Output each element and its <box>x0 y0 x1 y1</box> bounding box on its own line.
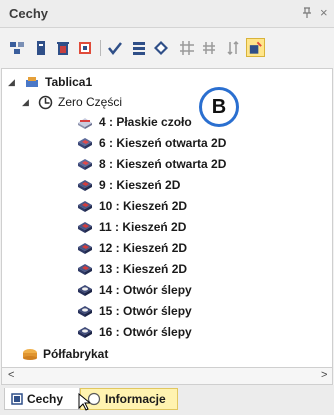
open-pocket-icon <box>76 136 94 150</box>
pocket-icon <box>76 262 94 276</box>
pin-icon <box>303 7 311 18</box>
scroll-left-icon[interactable]: < <box>8 369 14 381</box>
feature-label: 16 : Otwór ślepy <box>99 325 192 339</box>
tree-group-row[interactable]: ◢ Zero Części <box>22 92 122 112</box>
collapse-triangle-icon[interactable]: ◢ <box>22 97 29 108</box>
features-panel: Cechy × B ◢ Tablica1 ◢ Zero Części 4: P… <box>0 0 334 415</box>
feature-row[interactable]: 11 : Kieszeń 2D <box>76 217 186 237</box>
grid-icon[interactable] <box>178 39 196 57</box>
feature-label: 10 : Kieszeń 2D <box>99 199 188 213</box>
open-pocket-icon <box>76 157 94 171</box>
feature-label: 11 : Kieszeń 2D <box>99 220 187 234</box>
diamond-icon[interactable] <box>152 39 170 57</box>
datum-icon <box>38 95 53 109</box>
toolbar <box>0 28 334 68</box>
feature-label: 8 : Kieszeń otwarta 2D <box>99 157 227 171</box>
features-tab-icon <box>11 392 23 405</box>
hash-icon[interactable] <box>200 39 218 57</box>
feature-row[interactable]: 10 : Kieszeń 2D <box>76 196 187 216</box>
pocket-icon <box>76 178 94 192</box>
panel-title: Cechy <box>9 6 49 21</box>
scroll-right-icon[interactable]: > <box>321 369 327 381</box>
feature-label: 12 : Kieszeń 2D <box>99 241 188 255</box>
feature-row[interactable]: 4 : Płaskie czoło <box>76 112 192 132</box>
tab-cechy-label: Cechy <box>27 391 64 406</box>
feature-label: 14 : Otwór ślepy <box>99 283 192 297</box>
feature-label: 13 : Kieszeń 2D <box>99 262 188 276</box>
feature-row[interactable]: 14 : Otwór ślepy <box>76 280 192 300</box>
feature-row[interactable]: 12 : Kieszeń 2D <box>76 238 187 258</box>
feature-row[interactable]: 6 : Kieszeń otwarta 2D <box>76 133 226 153</box>
tab-informacje-label: Informacje <box>105 392 166 406</box>
bookmark-icon[interactable] <box>32 39 50 57</box>
check-tool-icon[interactable] <box>106 39 124 57</box>
feature-tree: B ◢ Tablica1 ◢ Zero Części 4 : Płaskie c… <box>1 68 333 368</box>
blind-hole-icon <box>76 325 94 339</box>
tree-root-label: Tablica1 <box>45 75 93 89</box>
pin-button[interactable] <box>302 7 312 22</box>
feature-label: 15 : Otwór ślepy <box>99 304 192 318</box>
pocket-icon <box>76 199 94 213</box>
list-tool-icon[interactable] <box>130 39 148 57</box>
feature-settings-icon[interactable] <box>246 38 265 57</box>
feature-row[interactable]: 16 : Otwór ślepy <box>76 322 192 342</box>
feature-row[interactable]: 8 : Kieszeń otwarta 2D <box>76 154 226 174</box>
feature-filter-icon[interactable] <box>76 39 94 57</box>
panel-titlebar: Cechy × <box>0 0 334 28</box>
feature-row[interactable]: 9 : Kieszeń 2D <box>76 175 180 195</box>
blind-hole-icon <box>76 304 94 318</box>
tree-icon[interactable] <box>8 39 26 57</box>
close-button[interactable]: × <box>320 5 328 20</box>
feature-label: 6 : Kieszeń otwarta 2D <box>99 136 227 150</box>
callout-badge: B <box>199 87 239 127</box>
tab-cechy[interactable]: Cechy <box>4 388 80 410</box>
stock-row[interactable]: Półfabrykat <box>22 344 108 364</box>
stock-label: Półfabrykat <box>43 347 109 361</box>
tab-informacje[interactable]: Informacje <box>80 388 178 410</box>
collapse-triangle-icon[interactable]: ◢ <box>8 77 15 88</box>
tree-group-label: Zero Części <box>58 95 123 109</box>
bottom-tabs: Cechy Informacje <box>0 385 334 415</box>
blind-hole-icon <box>76 283 94 297</box>
horizontal-scrollbar[interactable]: < > <box>1 368 333 385</box>
mouse-cursor-icon <box>78 393 90 411</box>
pocket-icon <box>76 220 94 234</box>
feature-row[interactable]: 15 : Otwór ślepy <box>76 301 192 321</box>
feature-row[interactable]: 13 : Kieszeń 2D <box>76 259 187 279</box>
tree-root-row[interactable]: ◢ Tablica1 <box>8 72 92 92</box>
sort-icon[interactable] <box>224 39 242 57</box>
setup-icon <box>26 77 38 87</box>
feature-label: 4 : Płaskie czoło <box>99 115 192 129</box>
face-icon <box>76 115 94 129</box>
badge-letter: B <box>211 95 227 118</box>
pocket-icon <box>76 241 94 255</box>
trash-icon[interactable] <box>54 39 72 57</box>
feature-label: 9 : Kieszeń 2D <box>99 178 181 192</box>
stock-icon <box>23 349 37 360</box>
